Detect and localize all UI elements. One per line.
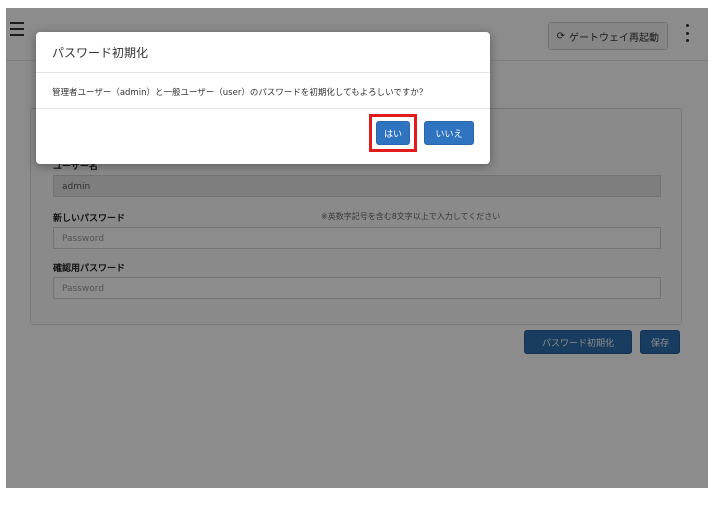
- confirm-dialog: パスワード初期化 管理者ユーザー（admin）と一般ユーザー（user）のパスワ…: [36, 32, 490, 164]
- no-button[interactable]: いいえ: [424, 121, 474, 145]
- yes-button[interactable]: はい: [376, 121, 410, 145]
- scrollbar[interactable]: [700, 8, 708, 488]
- dialog-divider: [36, 72, 490, 73]
- dialog-message: 管理者ユーザー（admin）と一般ユーザー（user）のパスワードを初期化しても…: [52, 88, 428, 98]
- app-screen: ⟳ ゲートウェイ再起動 ユーザー名 admin 新しいパスワード ※英数字記号を…: [6, 8, 708, 488]
- dialog-title: パスワード初期化: [52, 46, 149, 60]
- dialog-divider: [36, 108, 490, 109]
